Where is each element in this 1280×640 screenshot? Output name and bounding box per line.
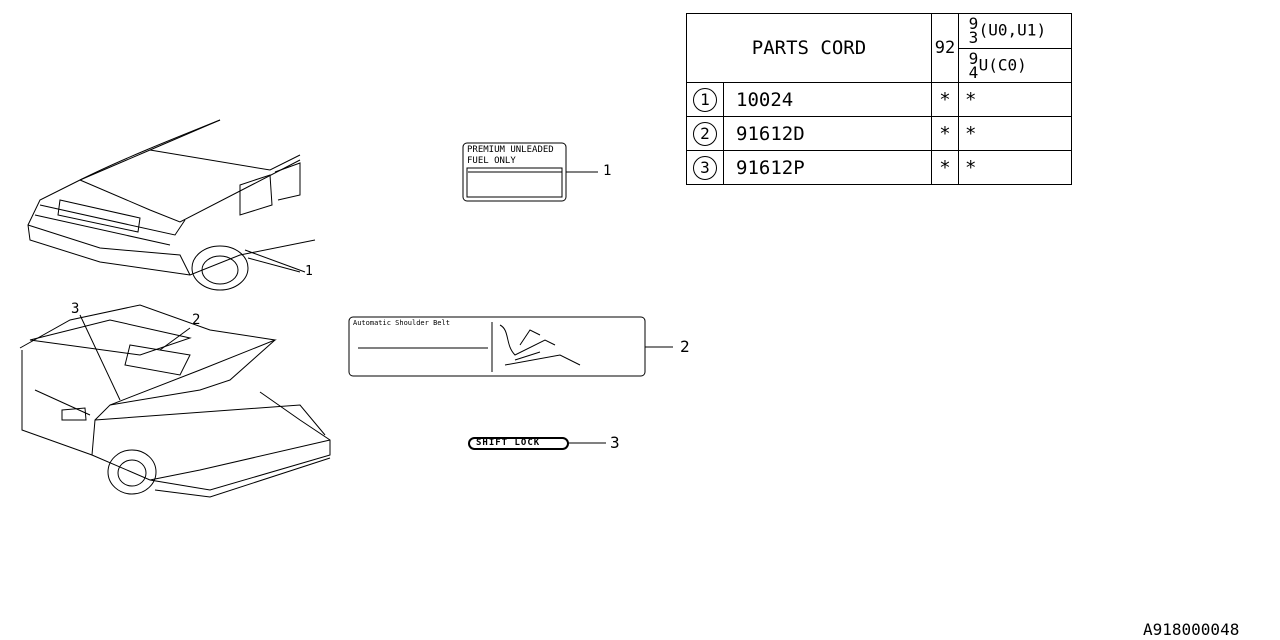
- ref-number: 3: [693, 155, 717, 180]
- parts-table: PARTS CORD 92 93(U0,U1) 94U(C0) 1 10024 …: [686, 13, 1072, 185]
- year-92-header: 92: [931, 13, 959, 83]
- car-front-view: [19, 304, 331, 498]
- belt-label-title: Automatic Shoulder Belt: [353, 319, 450, 327]
- callout-shift-lock: 3: [610, 433, 620, 452]
- sub-header-94: 94U(C0): [958, 48, 1072, 83]
- code-93: (U0,U1): [978, 20, 1047, 40]
- callout-belt-label: 2: [680, 337, 690, 356]
- year-94: 94: [968, 48, 979, 82]
- applicability-92: *: [931, 150, 959, 185]
- applicability-93-94: *: [958, 82, 1072, 117]
- diagram-id: A918000048: [1143, 620, 1240, 639]
- callout-car-rear-1: 1: [305, 264, 313, 279]
- part-number: 91612P: [723, 150, 932, 185]
- fuel-label-line2: FUEL ONLY: [467, 156, 516, 166]
- sub-header-93: 93(U0,U1): [958, 13, 1072, 49]
- callout-car-front-2: 2: [192, 312, 201, 328]
- ref-number: 2: [693, 121, 717, 146]
- callout-car-front-3: 3: [71, 301, 80, 317]
- part-number: 91612D: [723, 116, 932, 151]
- shift-lock-label: SHIFT LOCK: [476, 438, 541, 448]
- callout-fuel-label: 1: [603, 163, 612, 179]
- applicability-92: *: [931, 116, 959, 151]
- ref-number: 1: [693, 87, 717, 112]
- applicability-93-94: *: [958, 116, 1072, 151]
- table-row: 1 10024 * *: [686, 82, 1072, 117]
- table-row: 3 91612P * *: [686, 150, 1072, 185]
- code-94: U(C0): [978, 55, 1027, 74]
- table-row: 2 91612D * *: [686, 116, 1072, 151]
- part-number: 10024: [723, 82, 932, 117]
- applicability-92: *: [931, 82, 959, 117]
- parts-table-header: PARTS CORD: [686, 13, 932, 83]
- fuel-label-line1: PREMIUM UNLEADED: [467, 145, 554, 155]
- year-93: 93: [968, 14, 979, 47]
- applicability-93-94: *: [958, 150, 1072, 185]
